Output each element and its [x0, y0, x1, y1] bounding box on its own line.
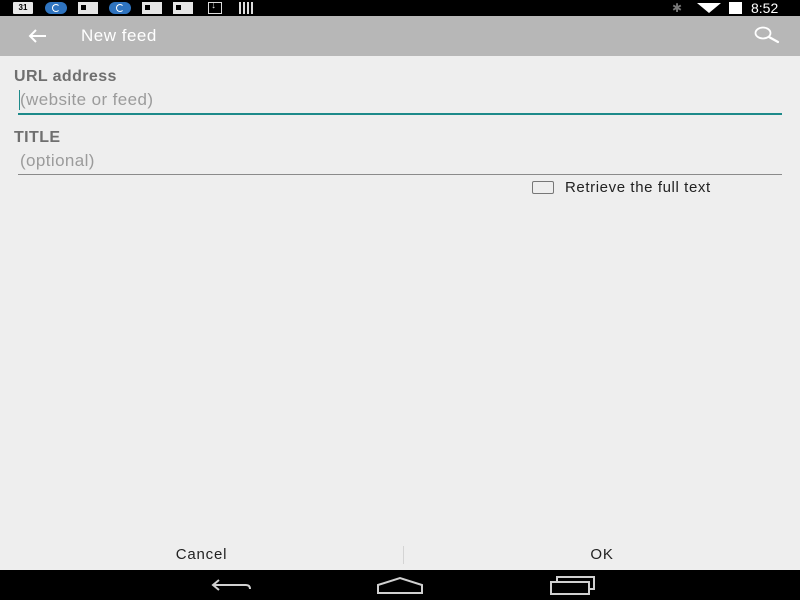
search-icon[interactable]: [750, 22, 784, 50]
status-bar: 31 ✱ 8:52: [0, 0, 800, 16]
back-arrow-icon[interactable]: [24, 22, 52, 50]
full-text-checkbox-label[interactable]: Retrieve the full text: [565, 179, 711, 197]
url-field-label: URL address: [14, 68, 117, 85]
battery-icon: [729, 2, 742, 14]
full-text-checkbox[interactable]: [532, 181, 554, 194]
ok-button[interactable]: OK: [404, 540, 800, 570]
barcode-icon: [239, 2, 255, 14]
news-icon: [173, 2, 193, 14]
url-input[interactable]: [18, 87, 782, 113]
bluetooth-icon: ✱: [671, 1, 683, 15]
news-icon: [142, 2, 162, 14]
sync-icon: [45, 2, 67, 14]
navigation-bar: [0, 570, 800, 600]
wifi-icon: [697, 3, 721, 13]
page-title: New feed: [81, 26, 157, 45]
title-input-underline: [18, 174, 782, 175]
cancel-button[interactable]: Cancel: [0, 540, 403, 570]
download-icon: [208, 0, 222, 14]
text-cursor: [19, 90, 20, 110]
nav-recents-icon[interactable]: [548, 574, 598, 596]
clock: 8:52: [751, 0, 779, 16]
title-field-label: TITLE: [14, 129, 61, 146]
sync-icon: [109, 2, 131, 14]
news-icon: [78, 2, 98, 14]
nav-back-icon[interactable]: [204, 574, 254, 596]
action-bar: New feed: [0, 16, 800, 56]
title-input[interactable]: [18, 148, 782, 174]
calendar-icon: 31: [13, 2, 33, 14]
nav-home-icon[interactable]: [375, 574, 425, 596]
url-input-underline: [18, 113, 782, 115]
